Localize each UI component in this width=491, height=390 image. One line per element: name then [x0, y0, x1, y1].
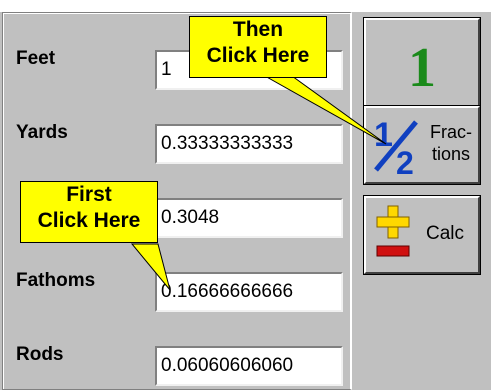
first-callout-line2: Click Here	[37, 209, 141, 232]
then-callout: Then Click Here	[189, 16, 327, 78]
first-callout: First Click Here	[20, 181, 158, 243]
converter-window: Feet Yards Fathoms Rods 1 0.33333333333 …	[0, 0, 491, 390]
then-callout-line2: Click Here	[206, 44, 310, 67]
first-callout-line1: First	[66, 183, 112, 206]
then-callout-line1: Then	[232, 18, 284, 41]
